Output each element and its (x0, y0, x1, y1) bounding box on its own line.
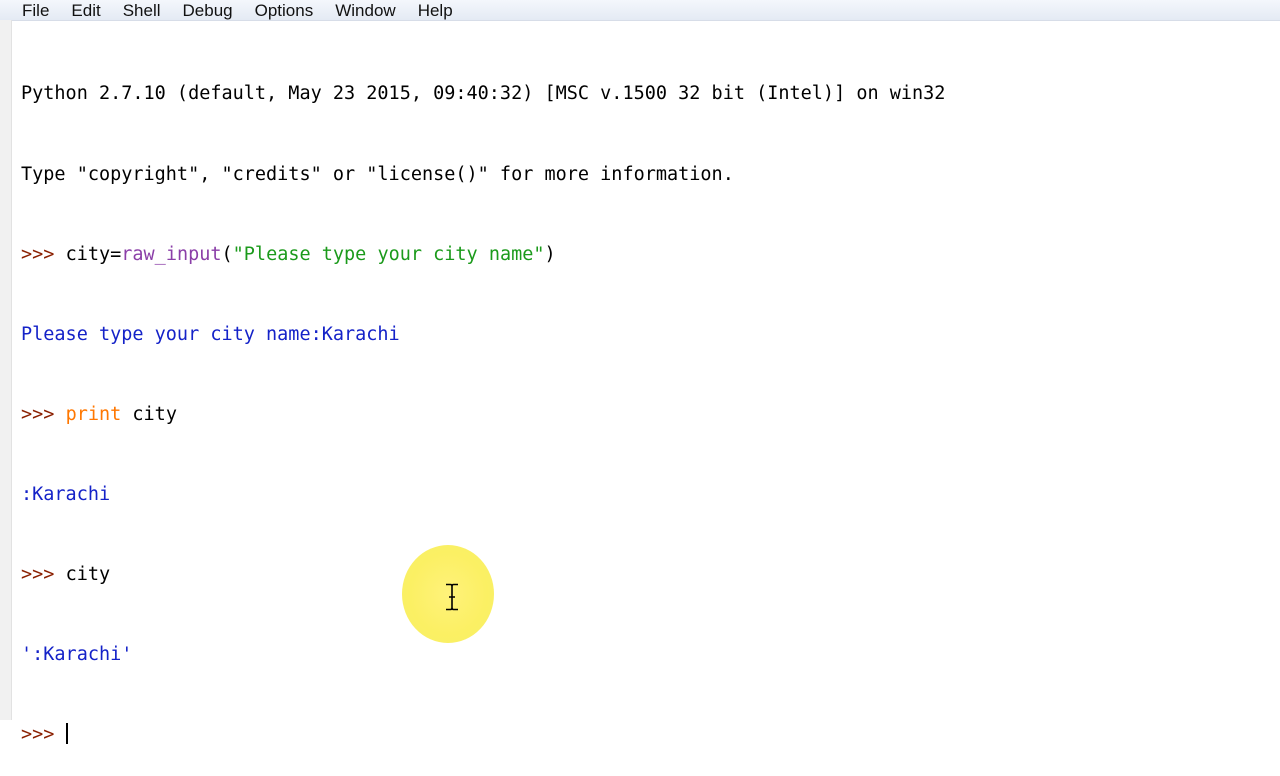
window-left-border (0, 20, 12, 720)
shell-input-line: >>> print city (21, 402, 1261, 429)
stdout-prompt-text: Please type your city name:Karachi (21, 323, 400, 345)
shell-prompt: >>> (21, 563, 66, 585)
shell-input-line: >>> city (21, 562, 1261, 589)
banner-line: Type "copyright", "credits" or "license(… (21, 162, 1261, 189)
shell-output-line: :Karachi (21, 482, 1261, 509)
menu-window[interactable]: Window (324, 2, 406, 20)
code-keyword: print (65, 403, 122, 425)
shell-prompt: >>> (21, 243, 66, 265)
shell-text-area[interactable]: Python 2.7.10 (default, May 23 2015, 09:… (21, 28, 1261, 776)
banner-version: Python 2.7.10 (default, May 23 2015, 09:… (21, 83, 946, 105)
shell-output-line: ':Karachi' (21, 642, 1261, 669)
code-string: "Please type your city name" (232, 243, 545, 265)
text-caret (65, 723, 68, 745)
menu-help[interactable]: Help (407, 2, 464, 20)
shell-active-line[interactable]: >>> (21, 722, 1261, 749)
menu-debug[interactable]: Debug (172, 2, 244, 20)
code-identifier: city (65, 563, 111, 585)
code-paren: ) (544, 243, 556, 265)
stdout-text: :Karachi (21, 483, 111, 505)
shell-input-line: >>> city=raw_input("Please type your cit… (21, 242, 1261, 269)
banner-info: Type "copyright", "credits" or "license(… (21, 163, 734, 185)
shell-output-line: Please type your city name:Karachi (21, 322, 1261, 349)
repr-output: ':Karachi' (21, 644, 133, 666)
code-paren: ( (221, 243, 233, 265)
menu-shell[interactable]: Shell (112, 2, 172, 20)
shell-prompt: >>> (21, 724, 66, 746)
shell-prompt: >>> (21, 403, 66, 425)
menu-bar: File Edit Shell Debug Options Window Hel… (0, 0, 1280, 21)
banner-line: Python 2.7.10 (default, May 23 2015, 09:… (21, 81, 1261, 108)
code-identifier: city (121, 403, 177, 425)
code-variable-assign: city= (65, 243, 122, 265)
menu-options[interactable]: Options (244, 2, 325, 20)
menu-edit[interactable]: Edit (60, 2, 111, 20)
i-beam-cursor-icon (446, 583, 458, 611)
menu-file[interactable]: File (0, 2, 60, 20)
code-builtin: raw_input (121, 243, 222, 265)
